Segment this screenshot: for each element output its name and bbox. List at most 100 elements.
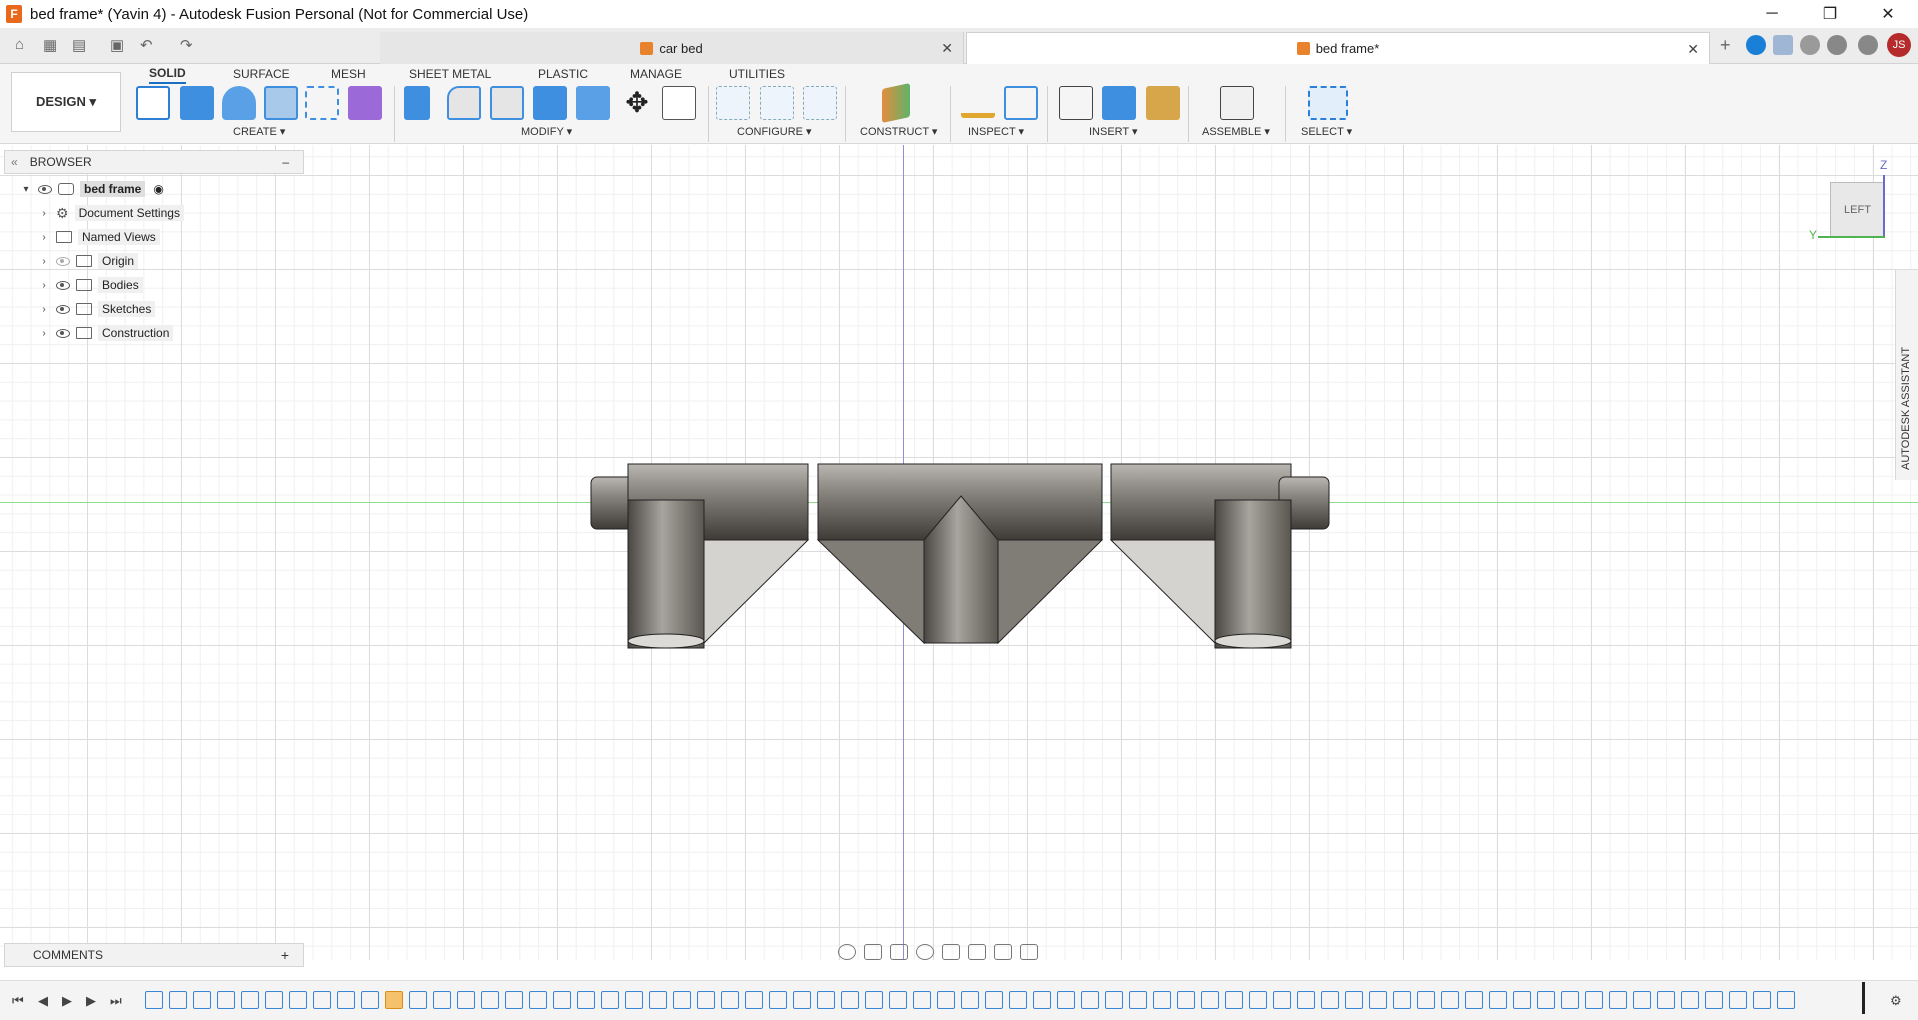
browser-header[interactable]: « BROWSER –: [4, 150, 304, 174]
timeline-feature-icon[interactable]: [1777, 991, 1795, 1009]
timeline-feature-icon[interactable]: [385, 991, 403, 1009]
timeline-feature-icon[interactable]: [1729, 991, 1747, 1009]
zoom-icon[interactable]: [916, 944, 934, 960]
timeline-feature-icon[interactable]: [505, 991, 523, 1009]
timeline-feature-icon[interactable]: [289, 991, 307, 1009]
timeline-feature-icon[interactable]: [1057, 991, 1075, 1009]
timeline-feature-icon[interactable]: [577, 991, 595, 1009]
comments-panel[interactable]: COMMENTS +: [4, 943, 304, 967]
activate-radio-icon[interactable]: ◉: [153, 182, 163, 196]
timeline-feature-icon[interactable]: [913, 991, 931, 1009]
timeline-feature-icon[interactable]: [1609, 991, 1627, 1009]
timeline-feature-icon[interactable]: [241, 991, 259, 1009]
timeline-feature-icon[interactable]: [1201, 991, 1219, 1009]
timeline-feature-icon[interactable]: [1633, 991, 1651, 1009]
timeline-feature-icon[interactable]: [1033, 991, 1051, 1009]
timeline-feature-icon[interactable]: [1273, 991, 1291, 1009]
timeline-feature-icon[interactable]: [1009, 991, 1027, 1009]
timeline-feature-icon[interactable]: [1345, 991, 1363, 1009]
timeline-feature-icon[interactable]: [1249, 991, 1267, 1009]
timeline-feature-icon[interactable]: [1177, 991, 1195, 1009]
viewports-icon[interactable]: [1020, 944, 1038, 960]
timeline-feature-icon[interactable]: [1105, 991, 1123, 1009]
timeline-feature-icon[interactable]: [457, 991, 475, 1009]
timeline-feature-icon[interactable]: [1465, 991, 1483, 1009]
timeline-feature-icon[interactable]: [745, 991, 763, 1009]
chevron-down-icon[interactable]: ▾: [20, 184, 32, 195]
timeline-feature-icon[interactable]: [337, 991, 355, 1009]
chevron-right-icon[interactable]: ›: [38, 280, 50, 291]
timeline-feature-icon[interactable]: [817, 991, 835, 1009]
timeline-feature-icon[interactable]: [1441, 991, 1459, 1009]
browser-item-bodies[interactable]: › Bodies: [38, 274, 143, 296]
timeline-feature-icon[interactable]: [409, 991, 427, 1009]
timeline-feature-icon[interactable]: [1393, 991, 1411, 1009]
look-at-icon[interactable]: [864, 944, 882, 960]
grid-snaps-icon[interactable]: [994, 944, 1012, 960]
step-back-icon[interactable]: ◀: [38, 993, 48, 1009]
timeline-feature-icon[interactable]: [1537, 991, 1555, 1009]
minimize-browser-icon[interactable]: –: [282, 155, 289, 169]
timeline-feature-icon[interactable]: [1081, 991, 1099, 1009]
timeline-feature-icon[interactable]: [769, 991, 787, 1009]
play-icon[interactable]: ▶: [62, 993, 72, 1009]
timeline-feature-icon[interactable]: [673, 991, 691, 1009]
timeline-feature-icon[interactable]: [1585, 991, 1603, 1009]
add-comment-icon[interactable]: +: [281, 947, 289, 963]
timeline-feature-icon[interactable]: [985, 991, 1003, 1009]
timeline-feature-icon[interactable]: [1753, 991, 1771, 1009]
timeline-feature-icon[interactable]: [1657, 991, 1675, 1009]
timeline-feature-icon[interactable]: [1513, 991, 1531, 1009]
eye-hidden-icon[interactable]: [56, 256, 70, 266]
timeline-feature-icon[interactable]: [313, 991, 331, 1009]
timeline-feature-icon[interactable]: [265, 991, 283, 1009]
timeline-feature-icon[interactable]: [625, 991, 643, 1009]
viewcube[interactable]: LEFT: [1830, 182, 1885, 237]
timeline-feature-icon[interactable]: [193, 991, 211, 1009]
timeline-feature-icon[interactable]: [697, 991, 715, 1009]
timeline-feature-icon[interactable]: [1561, 991, 1579, 1009]
timeline-feature-icon[interactable]: [961, 991, 979, 1009]
browser-item-origin[interactable]: › Origin: [38, 250, 139, 272]
autodesk-assistant-panel[interactable]: AUTODESK ASSISTANT: [1895, 270, 1918, 480]
timeline-feature-icon[interactable]: [1489, 991, 1507, 1009]
browser-item-construction[interactable]: › Construction: [38, 322, 174, 344]
eye-icon[interactable]: [56, 280, 70, 290]
timeline-feature-icon[interactable]: [1153, 991, 1171, 1009]
eye-icon[interactable]: [38, 184, 52, 194]
timeline-feature-icon[interactable]: [1129, 991, 1147, 1009]
timeline-feature-icon[interactable]: [553, 991, 571, 1009]
timeline-feature-icon[interactable]: [1369, 991, 1387, 1009]
browser-item-named-views[interactable]: › Named Views: [38, 226, 160, 248]
orbit-icon[interactable]: [838, 944, 856, 960]
browser-root-row[interactable]: ▾ bed frame ◉: [20, 178, 164, 200]
eye-icon[interactable]: [56, 328, 70, 338]
timeline-feature-icon[interactable]: [145, 991, 163, 1009]
timeline-feature-icon[interactable]: [481, 991, 499, 1009]
chevron-right-icon[interactable]: ›: [38, 328, 50, 339]
browser-item-document-settings[interactable]: › ⚙ Document Settings: [38, 202, 184, 224]
timeline-feature-icon[interactable]: [793, 991, 811, 1009]
timeline-settings-gear-icon[interactable]: ⚙: [1890, 993, 1902, 1009]
chevron-right-icon[interactable]: ›: [38, 304, 50, 315]
timeline-feature-icon[interactable]: [529, 991, 547, 1009]
timeline-feature-icon[interactable]: [841, 991, 859, 1009]
pan-hand-icon[interactable]: [890, 944, 908, 960]
chevron-right-icon[interactable]: ›: [38, 256, 50, 267]
go-to-start-icon[interactable]: ⏮: [12, 993, 24, 1009]
timeline-feature-icon[interactable]: [433, 991, 451, 1009]
timeline-feature-icon[interactable]: [601, 991, 619, 1009]
collapse-panel-icon[interactable]: «: [11, 155, 18, 169]
timeline-feature-icon[interactable]: [1297, 991, 1315, 1009]
timeline-feature-icon[interactable]: [1321, 991, 1339, 1009]
timeline-feature-icon[interactable]: [937, 991, 955, 1009]
browser-item-sketches[interactable]: › Sketches: [38, 298, 156, 320]
step-forward-icon[interactable]: ▶: [86, 993, 96, 1009]
timeline-feature-icon[interactable]: [889, 991, 907, 1009]
timeline-feature-icon[interactable]: [169, 991, 187, 1009]
fit-window-icon[interactable]: [942, 944, 960, 960]
timeline-feature-icon[interactable]: [865, 991, 883, 1009]
timeline-feature-icon[interactable]: [721, 991, 739, 1009]
display-settings-icon[interactable]: [968, 944, 986, 960]
chevron-right-icon[interactable]: ›: [38, 208, 50, 219]
